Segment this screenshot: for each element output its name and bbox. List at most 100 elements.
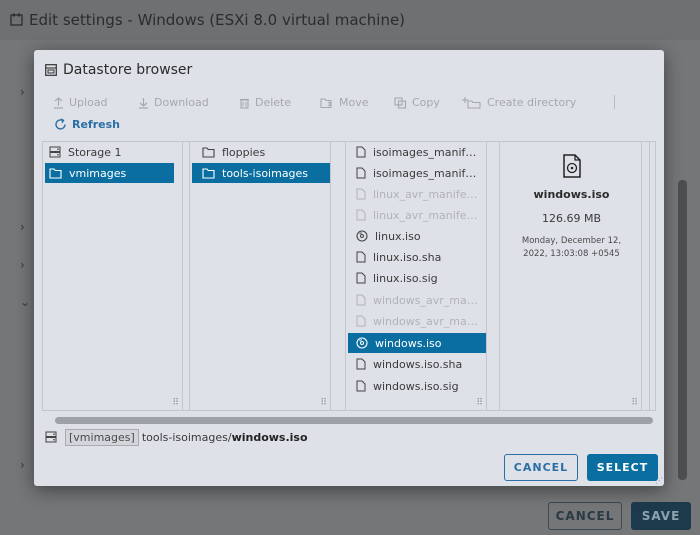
file-details-size: 126.69 MB <box>541 212 602 225</box>
datastore-label: vmimages <box>69 166 127 180</box>
file-icon <box>356 188 366 200</box>
disc-image-file-icon <box>563 154 581 178</box>
file-item[interactable]: windows_avr_ma… <box>348 290 486 310</box>
upload-icon <box>54 96 63 109</box>
delete-button[interactable]: Delete <box>239 96 291 109</box>
datastore-label: Storage 1 <box>68 145 122 159</box>
datastore-item-storage-1[interactable]: Storage 1 <box>45 142 176 162</box>
copy-label: Copy <box>412 96 440 109</box>
file-item[interactable]: linux_avr_manife… <box>348 205 486 225</box>
file-icon <box>356 251 366 263</box>
file-label: linux.iso.sha <box>373 250 442 264</box>
path-folder: tools-isoimages/ <box>141 430 232 444</box>
datastore-browser-panel: Storage 1 vmimages ⠿ floppies tools-isoi… <box>42 141 656 411</box>
background-window-title-row: Edit settings - Windows (ESXi 8.0 virtua… <box>10 11 405 29</box>
upload-button[interactable]: Upload <box>53 96 108 109</box>
create-directory-button[interactable]: Create directory <box>462 96 576 109</box>
column-resize-handle[interactable]: ⠿ <box>320 399 327 408</box>
move-label: Move <box>339 96 369 109</box>
toolbar-divider <box>614 95 615 109</box>
refresh-button[interactable]: Refresh <box>54 118 120 131</box>
dialog-title-text: Datastore browser <box>63 62 193 78</box>
file-item[interactable]: linux.iso.sha <box>348 247 486 267</box>
file-label: linux.iso <box>375 229 421 243</box>
path-file: windows.iso <box>231 430 308 444</box>
create-directory-label: Create directory <box>487 96 577 109</box>
file-item[interactable]: windows_avr_ma… <box>348 311 486 331</box>
cancel-button[interactable]: CANCEL <box>504 454 578 481</box>
file-label: linux_avr_manife… <box>373 187 478 201</box>
file-icon <box>356 146 366 158</box>
chevron-right-icon: › <box>20 220 25 234</box>
toolbar: Upload Download Delete Move Copy Create … <box>53 95 653 110</box>
file-item[interactable]: isoimages_manif… <box>348 163 486 183</box>
file-label: isoimages_manif… <box>373 145 477 159</box>
disc-icon <box>356 230 368 242</box>
folder-icon <box>202 167 215 179</box>
disc-icon <box>356 337 368 349</box>
file-icon <box>356 167 366 179</box>
file-icon <box>356 209 366 221</box>
file-item[interactable]: isoimages_manif… <box>348 142 486 162</box>
file-item[interactable]: linux.iso <box>348 226 486 246</box>
folder-icon <box>49 167 62 179</box>
datastore-column: Storage 1 vmimages ⠿ <box>43 142 183 410</box>
background-window-header: Edit settings - Windows (ESXi 8.0 virtua… <box>0 0 700 40</box>
chevron-down-icon: ⌄ <box>20 295 31 309</box>
settings-icon <box>10 13 23 26</box>
file-label: windows_avr_ma… <box>373 293 478 307</box>
file-item[interactable]: windows.iso.sig <box>348 376 486 396</box>
datastore-item-vmimages[interactable]: vmimages <box>45 163 174 183</box>
datastore-browser-dialog: Datastore browser Upload Download Delete… <box>34 50 664 486</box>
datastore-icon <box>49 146 61 158</box>
file-details-column: windows.iso 126.69 MB Monday, December 1… <box>499 142 642 410</box>
file-icon <box>356 315 366 327</box>
move-icon <box>320 97 332 108</box>
dialog-resize-handle[interactable]: ⋰ <box>655 476 663 485</box>
new-folder-icon <box>462 96 481 109</box>
file-icon <box>356 272 366 284</box>
folder-label: tools-isoimages <box>222 166 309 180</box>
chevron-right-icon: › <box>20 85 25 99</box>
column-resize-handle[interactable]: ⠿ <box>476 399 483 408</box>
background-save-button[interactable]: SAVE <box>631 502 691 530</box>
select-button[interactable]: SELECT <box>587 454 658 481</box>
file-icon <box>356 294 366 306</box>
chevron-right-icon: › <box>20 258 25 272</box>
file-item[interactable]: windows.iso.sha <box>348 354 486 374</box>
dialog-title: Datastore browser <box>45 62 192 78</box>
file-item[interactable]: linux.iso.sig <box>348 268 486 288</box>
datastore-icon <box>45 431 57 443</box>
background-cancel-button[interactable]: CANCEL <box>548 502 622 530</box>
column-resize-handle[interactable]: ⠿ <box>172 399 179 408</box>
file-column: isoimages_manif… isoimages_manif… linux_… <box>345 142 487 410</box>
empty-column <box>649 142 655 410</box>
upload-label: Upload <box>69 96 108 109</box>
folder-item-floppies[interactable]: floppies <box>192 142 330 162</box>
copy-button[interactable]: Copy <box>394 96 440 109</box>
folder-label: floppies <box>222 145 266 159</box>
file-details-modified: Monday, December 12, 2022, 13:03:08 +054… <box>521 236 622 259</box>
file-details-name: windows.iso <box>533 188 610 201</box>
file-label: linux.iso.sig <box>373 271 438 285</box>
horizontal-scrollbar[interactable] <box>55 417 653 424</box>
copy-icon <box>394 96 407 109</box>
file-label: windows_avr_ma… <box>373 314 478 328</box>
file-label: isoimages_manif… <box>373 166 477 180</box>
download-label: Download <box>154 96 209 109</box>
file-item-selected[interactable]: windows.iso <box>348 333 486 353</box>
file-label: windows.iso.sha <box>373 357 463 371</box>
file-label: windows.iso.sig <box>373 379 459 393</box>
background-scrollbar[interactable] <box>678 180 687 480</box>
folder-column: floppies tools-isoimages ⠿ <box>189 142 331 410</box>
move-button[interactable]: Move <box>320 96 369 109</box>
column-resize-handle[interactable]: ⠿ <box>631 399 638 408</box>
folder-item-tools-isoimages[interactable]: tools-isoimages <box>192 163 330 183</box>
path-datastore-chip: [vmimages] <box>65 428 139 446</box>
file-label: linux_avr_manife… <box>373 208 478 222</box>
folder-icon <box>202 146 215 158</box>
chevron-right-icon: › <box>20 458 25 472</box>
file-item[interactable]: linux_avr_manife… <box>348 184 486 204</box>
refresh-icon <box>55 118 66 130</box>
download-button[interactable]: Download <box>138 96 209 109</box>
